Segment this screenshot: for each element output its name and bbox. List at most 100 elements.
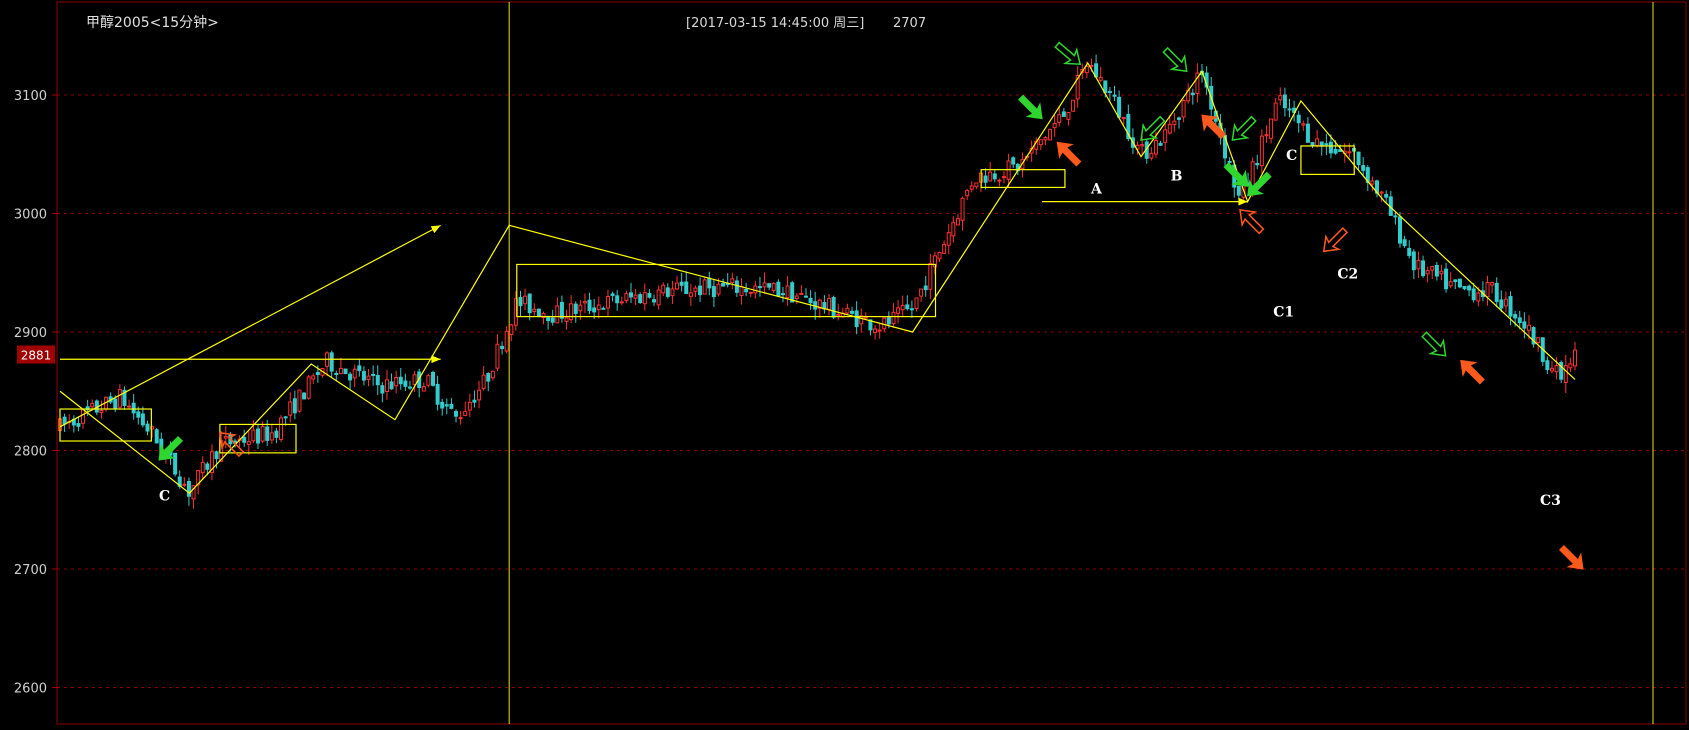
candle-body[interactable] (1089, 64, 1094, 67)
candle-body[interactable] (992, 173, 997, 180)
candle-body[interactable] (776, 281, 781, 296)
candle-body[interactable] (1522, 321, 1527, 329)
candle-body[interactable] (1117, 96, 1122, 118)
candle-body[interactable] (242, 436, 247, 443)
candle-body[interactable] (1503, 298, 1508, 307)
candle-body[interactable] (269, 432, 274, 441)
candle-body[interactable] (638, 294, 643, 304)
candle-body[interactable] (721, 282, 726, 287)
candle-body[interactable] (1416, 259, 1421, 270)
candle-body[interactable] (1356, 151, 1361, 166)
candle-body[interactable] (62, 416, 67, 425)
candle-body[interactable] (923, 285, 928, 291)
candle-body[interactable] (1098, 76, 1103, 81)
candle-body[interactable] (1526, 324, 1531, 331)
candle-body[interactable] (1107, 90, 1112, 93)
candle-body[interactable] (223, 435, 228, 439)
candle-body[interactable] (1457, 278, 1462, 288)
candle-body[interactable] (730, 278, 735, 283)
candle-body[interactable] (1181, 99, 1186, 118)
candle-body[interactable] (260, 426, 265, 442)
candle-body[interactable] (113, 398, 118, 409)
candle-body[interactable] (675, 282, 680, 290)
candle-body[interactable] (960, 197, 965, 221)
candle-body[interactable] (592, 307, 597, 313)
candle-body[interactable] (716, 283, 721, 295)
candle-body[interactable] (799, 292, 804, 295)
candle-body[interactable] (283, 416, 288, 419)
candle-body[interactable] (997, 179, 1002, 182)
candle-body[interactable] (642, 292, 647, 305)
candle-body[interactable] (974, 182, 979, 188)
candle-body[interactable] (1066, 111, 1071, 120)
candle-body[interactable] (767, 283, 772, 288)
candle-body[interactable] (366, 375, 371, 381)
candle-body[interactable] (836, 313, 841, 316)
candle-body[interactable] (633, 294, 638, 299)
candle-body[interactable] (1485, 282, 1490, 298)
candle-body[interactable] (1333, 148, 1338, 154)
candle-body[interactable] (1439, 270, 1444, 275)
candle-body[interactable] (389, 381, 394, 390)
candle-body[interactable] (1453, 279, 1458, 283)
candle-body[interactable] (481, 374, 486, 390)
candle-body[interactable] (656, 289, 661, 306)
candle-body[interactable] (1071, 99, 1076, 112)
candle-body[interactable] (757, 286, 762, 289)
candle-body[interactable] (99, 410, 104, 414)
candle-body[interactable] (200, 461, 205, 474)
candle-body[interactable] (665, 287, 670, 297)
candle-body[interactable] (1236, 185, 1241, 196)
candle-body[interactable] (334, 372, 339, 375)
candle-body[interactable] (688, 292, 693, 297)
candle-body[interactable] (1471, 288, 1476, 301)
candle-body[interactable] (610, 293, 615, 297)
candle-body[interactable] (734, 280, 739, 293)
candle-body[interactable] (412, 374, 417, 385)
candle-body[interactable] (306, 376, 311, 399)
candle-body[interactable] (1393, 215, 1398, 218)
candle-body[interactable] (831, 296, 836, 318)
candle-body[interactable] (1467, 285, 1472, 291)
candle-body[interactable] (850, 310, 855, 314)
candle-body[interactable] (909, 308, 914, 311)
candle-body[interactable] (1158, 142, 1163, 146)
candle-body[interactable] (490, 370, 495, 379)
candle-body[interactable] (748, 291, 753, 294)
candle-body[interactable] (698, 285, 703, 296)
candle-body[interactable] (454, 411, 459, 417)
candle-body[interactable] (311, 375, 316, 380)
candle-body[interactable] (679, 281, 684, 286)
candle-body[interactable] (762, 282, 767, 288)
candle-body[interactable] (380, 385, 385, 394)
candle-body[interactable] (1328, 141, 1333, 154)
candle-body[interactable] (615, 295, 620, 304)
candle-body[interactable] (302, 392, 307, 400)
candle-body[interactable] (1278, 95, 1283, 101)
candle-body[interactable] (573, 303, 578, 314)
candle-body[interactable] (578, 304, 583, 312)
candle-body[interactable] (81, 409, 86, 424)
candle-body[interactable] (504, 330, 509, 352)
candle-body[interactable] (449, 404, 454, 409)
candle-body[interactable] (946, 232, 951, 246)
candle-body[interactable] (407, 386, 412, 389)
candle-body[interactable] (1513, 314, 1518, 319)
candle-body[interactable] (1508, 296, 1513, 317)
candle-body[interactable] (288, 401, 293, 416)
candle-body[interactable] (329, 352, 334, 372)
candle-body[interactable] (154, 429, 159, 444)
candle-body[interactable] (1153, 140, 1158, 155)
candle-body[interactable] (661, 284, 666, 294)
candle-body[interactable] (486, 373, 491, 382)
candle-body[interactable] (1301, 123, 1306, 126)
candle-body[interactable] (384, 379, 389, 392)
candle-body[interactable] (173, 452, 178, 475)
candle-body[interactable] (1499, 299, 1504, 309)
candle-body[interactable] (1494, 282, 1499, 302)
candle-body[interactable] (601, 307, 606, 310)
candle-body[interactable] (297, 389, 302, 412)
candlestick-chart[interactable]: 3100 3000 2900 2800 2700 2600 甲醇2005<15分钟> [201… (0, 0, 1689, 726)
candle-body[interactable] (1425, 270, 1430, 275)
candle-body[interactable] (587, 299, 592, 312)
